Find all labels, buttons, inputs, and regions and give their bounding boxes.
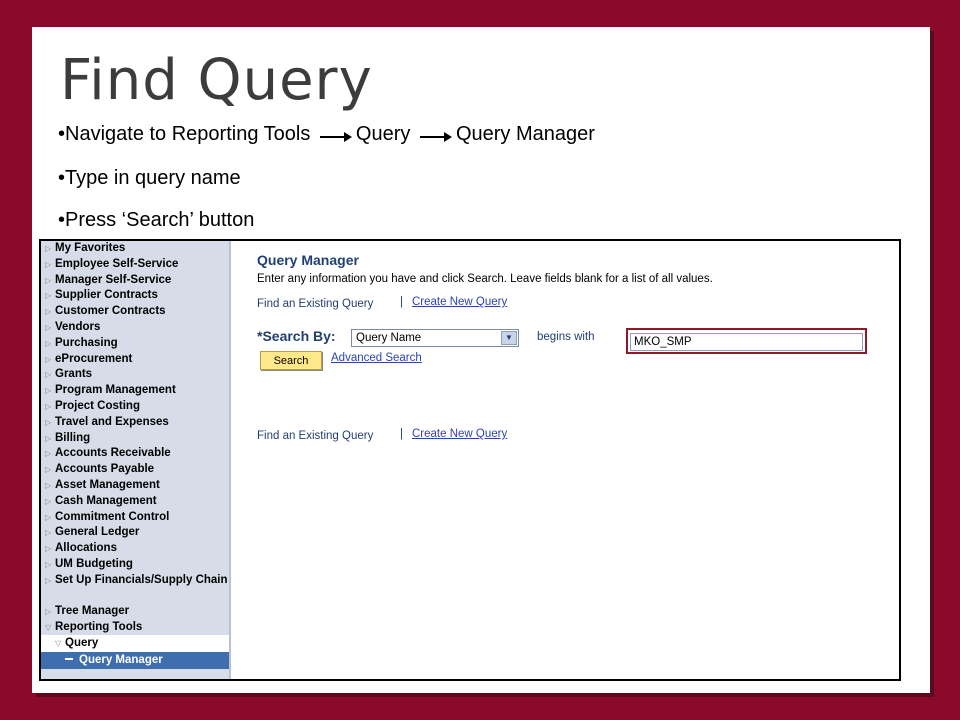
triangle-right-icon: ▷ — [45, 559, 52, 569]
triangle-right-icon: ▷ — [45, 544, 52, 554]
menu-item[interactable]: ▷ Customer Contracts — [41, 304, 229, 320]
triangle-right-icon: ▷ — [45, 291, 52, 301]
search-input-highlight — [626, 328, 867, 354]
menu-item[interactable]: ▷ eProcurement — [41, 352, 229, 368]
menu-item[interactable]: ▷ Supplier Contracts — [41, 288, 229, 304]
menu-item[interactable]: ▷ My Favorites — [41, 241, 229, 257]
triangle-right-icon: ▷ — [45, 275, 52, 285]
triangle-down-icon: ▽ — [45, 622, 52, 632]
advanced-search-link[interactable]: Advanced Search — [331, 352, 422, 364]
triangle-right-icon: ▷ — [45, 575, 52, 585]
dash-icon — [65, 658, 73, 661]
menu-item-query[interactable]: ▽ Query — [41, 635, 229, 653]
triangle-right-icon: ▷ — [45, 606, 52, 616]
menu-item[interactable]: ▷ Allocations — [41, 541, 229, 557]
triangle-right-icon: ▷ — [45, 338, 52, 348]
search-by-label: *Search By: — [257, 328, 336, 344]
create-new-query-link-bottom[interactable]: Create New Query — [412, 428, 507, 440]
bullet-type-name: •Type in query name — [58, 167, 241, 189]
peoplesoft-screenshot: ▷ My Favorites ▷ Employee Self-Service ▷ Ma… — [39, 239, 901, 681]
menu-item[interactable]: ▷ Travel and Expenses — [41, 415, 229, 431]
bullet-navigate-query: Query — [355, 123, 411, 145]
navigation-menu: ▷ My Favorites ▷ Employee Self-Service ▷ Ma… — [41, 241, 231, 679]
bullet-press-search: •Press ‘Search’ button — [58, 209, 255, 231]
triangle-right-icon: ▷ — [45, 512, 52, 522]
triangle-right-icon: ▷ — [45, 307, 52, 317]
triangle-right-icon: ▷ — [45, 259, 52, 269]
menu-item[interactable]: ▷ Billing — [41, 431, 229, 447]
tab-separator: | — [400, 296, 403, 308]
tab-separator-bottom: | — [400, 428, 403, 440]
begins-with-label: begins with — [537, 331, 595, 343]
triangle-right-icon: ▷ — [45, 401, 52, 411]
menu-item-setup-financials[interactable]: ▷ Set Up Financials/Supply Chain — [41, 573, 229, 604]
menu-item[interactable]: ▷ Manager Self-Service — [41, 273, 229, 289]
menu-item[interactable]: ▷ General Ledger — [41, 525, 229, 541]
triangle-right-icon: ▷ — [45, 244, 52, 253]
search-button[interactable]: Search — [260, 351, 322, 370]
triangle-right-icon: ▷ — [45, 322, 52, 332]
page-title: Query Manager — [257, 252, 359, 268]
menu-item[interactable]: ▷ Vendors — [41, 320, 229, 336]
slide: Find Query •Navigate to Reporting Tools … — [32, 27, 930, 693]
menu-item[interactable]: ▷ Employee Self-Service — [41, 257, 229, 273]
menu-item[interactable]: ▷ Purchasing — [41, 336, 229, 352]
triangle-right-icon: ▷ — [45, 465, 52, 475]
triangle-right-icon: ▷ — [45, 496, 52, 506]
bullet-navigate-query-manager: Query Manager — [455, 123, 595, 145]
menu-item[interactable]: ▷ Program Management — [41, 383, 229, 399]
menu-item-tree-manager[interactable]: ▷ Tree Manager — [41, 604, 229, 620]
triangle-right-icon: ▷ — [45, 480, 52, 490]
menu-item[interactable]: ▷ UM Budgeting — [41, 557, 229, 573]
triangle-down-icon: ▽ — [55, 639, 62, 649]
menu-item[interactable]: ▷ Accounts Receivable — [41, 446, 229, 462]
triangle-right-icon: ▷ — [45, 354, 52, 364]
triangle-right-icon: ▷ — [45, 386, 52, 396]
menu-item[interactable]: ▷ Cash Management — [41, 494, 229, 510]
triangle-right-icon: ▷ — [45, 417, 52, 427]
bullet-navigate-prefix: •Navigate to Reporting Tools — [58, 123, 311, 145]
menu-item[interactable]: ▷ Accounts Payable — [41, 462, 229, 478]
find-existing-tab-bottom[interactable]: Find an Existing Query — [257, 428, 397, 444]
search-by-select[interactable]: Query Name ▼ — [351, 329, 519, 347]
menu-item[interactable]: ▷ Commitment Control — [41, 510, 229, 526]
menu-item[interactable]: ▷ Project Costing — [41, 399, 229, 415]
triangle-right-icon: ▷ — [45, 433, 52, 443]
instructions: Enter any information you have and click… — [257, 273, 713, 285]
triangle-right-icon: ▷ — [45, 370, 52, 380]
right-arrow-icon — [319, 132, 352, 142]
slide-title: Find Query — [60, 48, 373, 113]
query-manager-panel: Query Manager Enter any information you … — [257, 241, 899, 679]
search-by-value: Query Name — [356, 332, 422, 344]
right-arrow-icon — [419, 132, 452, 142]
menu-item-query-manager[interactable]: Query Manager — [41, 652, 229, 670]
find-existing-tab[interactable]: Find an Existing Query — [257, 296, 397, 312]
menu-item-reporting-tools[interactable]: ▽ Reporting Tools — [41, 620, 229, 636]
menu-item[interactable]: ▷ Asset Management — [41, 478, 229, 494]
chevron-down-icon[interactable]: ▼ — [501, 331, 517, 345]
create-new-query-link[interactable]: Create New Query — [412, 296, 507, 308]
menu-item[interactable]: ▷ Grants — [41, 367, 229, 383]
triangle-right-icon: ▷ — [45, 528, 52, 538]
bullet-navigate: •Navigate to Reporting Tools Query Query… — [58, 124, 595, 144]
search-input[interactable] — [630, 333, 863, 351]
triangle-right-icon: ▷ — [45, 449, 52, 459]
